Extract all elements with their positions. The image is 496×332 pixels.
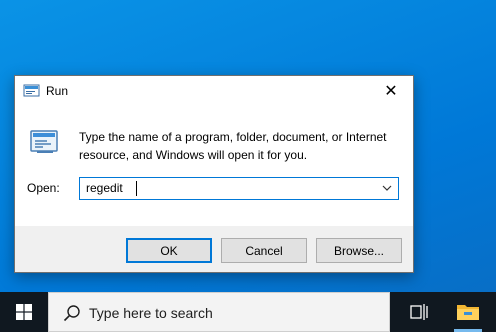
browse-button[interactable]: Browse...: [316, 238, 402, 263]
run-app-icon: [30, 130, 58, 153]
chevron-down-icon[interactable]: [382, 184, 392, 192]
open-input[interactable]: regedit: [86, 181, 123, 195]
close-icon: ✕: [384, 83, 398, 100]
task-view-icon: [410, 304, 428, 320]
search-icon: [63, 305, 80, 322]
dialog-title: Run: [46, 84, 69, 98]
run-icon: [23, 84, 40, 97]
windows-logo-icon: [16, 304, 32, 320]
dialog-content: Type the name of a program, folder, docu…: [15, 106, 413, 226]
start-button[interactable]: [0, 292, 48, 332]
dialog-description: Type the name of a program, folder, docu…: [79, 130, 387, 162]
search-placeholder: Type here to search: [89, 305, 213, 321]
text-cursor: [136, 181, 137, 196]
file-explorer-taskbar-button[interactable]: [448, 292, 488, 332]
taskbar: Type here to search: [0, 292, 496, 332]
run-dialog: Run ✕ Type the name of a program, folder…: [14, 75, 414, 273]
taskbar-search-box[interactable]: Type here to search: [48, 292, 390, 332]
cancel-button[interactable]: Cancel: [221, 238, 307, 263]
ok-button[interactable]: OK: [126, 238, 212, 263]
file-explorer-icon: [457, 305, 479, 320]
task-view-button[interactable]: [400, 292, 440, 332]
open-label: Open:: [27, 181, 60, 195]
title-bar[interactable]: Run ✕: [15, 76, 413, 106]
close-button[interactable]: ✕: [369, 76, 413, 106]
open-combobox[interactable]: regedit: [79, 177, 399, 200]
